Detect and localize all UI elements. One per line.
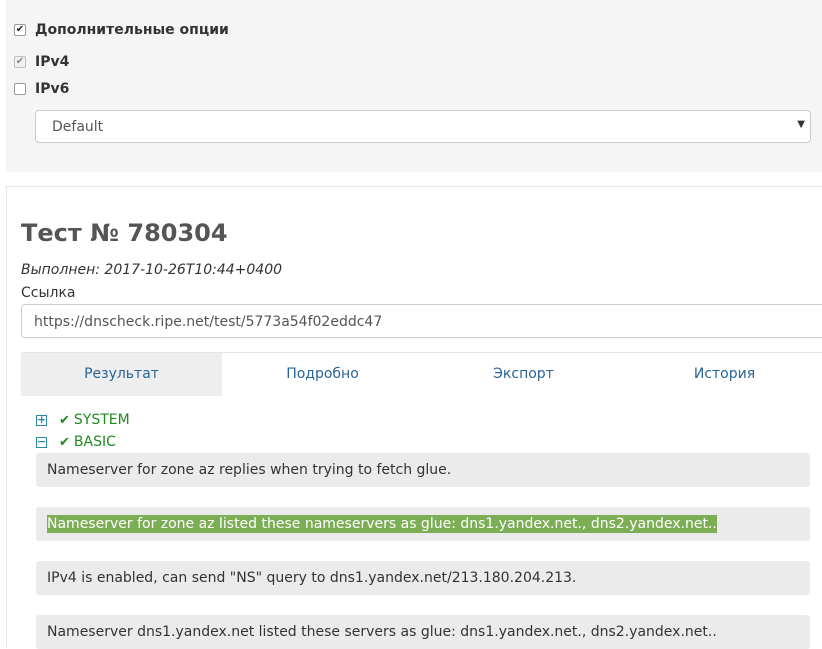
tree-node-basic[interactable]: − ✔ BASIC (36, 434, 116, 450)
tab-details[interactable]: Подробно (222, 353, 423, 396)
ipv4-option[interactable]: IPv4 (14, 54, 69, 70)
dropdown-arrow-icon: ▼ (797, 119, 805, 130)
result-message: Nameserver for zone az listed these name… (36, 507, 810, 541)
tab-result[interactable]: Результат (21, 353, 222, 396)
result-message-text: Nameserver for zone az replies when tryi… (47, 462, 452, 478)
result-message: Nameserver dns1.yandex.net listed these … (36, 615, 810, 649)
ipv6-option[interactable]: IPv6 (14, 81, 69, 97)
tab-history[interactable]: История (624, 353, 822, 396)
advanced-options-toggle[interactable]: Дополнительные опции (14, 22, 229, 38)
ipv4-checkbox[interactable] (14, 56, 26, 68)
check-icon: ✔ (59, 434, 70, 450)
profile-select-value: Default (52, 119, 104, 135)
expand-icon[interactable]: + (36, 414, 47, 426)
result-message: IPv4 is enabled, can send "NS" query to … (36, 561, 810, 595)
tree-node-label: BASIC (73, 434, 116, 450)
test-title: Тест № 780304 (21, 219, 228, 247)
ipv6-checkbox[interactable] (14, 83, 26, 95)
collapse-icon[interactable]: − (36, 436, 47, 448)
check-icon: ✔ (59, 412, 70, 428)
test-link-value: https://dnscheck.ripe.net/test/5773a54f0… (34, 314, 383, 330)
advanced-options-label: Дополнительные опции (35, 22, 229, 38)
executed-timestamp: Выполнен: 2017-10-26T10:44+0400 (21, 262, 283, 278)
result-message: Nameserver for zone az replies when tryi… (36, 453, 810, 487)
test-link-field[interactable]: https://dnscheck.ripe.net/test/5773a54f0… (21, 304, 822, 338)
result-message-text: IPv4 is enabled, can send "NS" query to … (47, 570, 577, 586)
result-message-text-highlighted: Nameserver for zone az listed these name… (47, 515, 717, 533)
link-label: Ссылка (21, 285, 76, 301)
advanced-options-checkbox[interactable] (14, 24, 26, 36)
result-tabs: Результат Подробно Экспорт История (21, 352, 822, 396)
ipv4-label: IPv4 (35, 54, 70, 70)
tab-export[interactable]: Экспорт (423, 353, 624, 396)
profile-select[interactable]: Default ▼ (35, 110, 811, 143)
tree-node-label: SYSTEM (73, 412, 130, 428)
ipv6-label: IPv6 (35, 81, 70, 97)
result-message-text: Nameserver dns1.yandex.net listed these … (47, 624, 717, 640)
advanced-options-panel: Дополнительные опции IPv4 IPv6 Default ▼ (6, 0, 822, 172)
tree-node-system[interactable]: + ✔ SYSTEM (36, 412, 130, 428)
